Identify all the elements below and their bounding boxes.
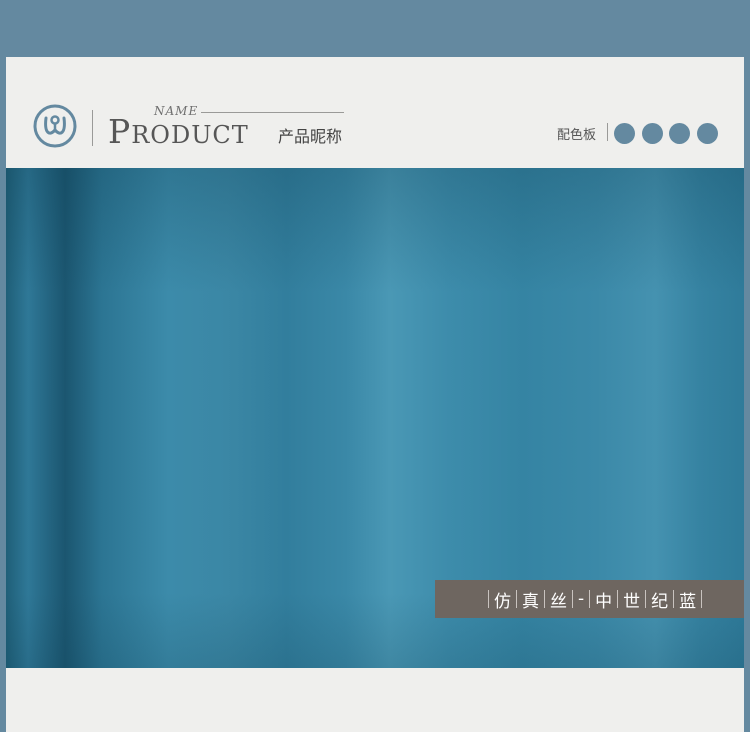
header: NAME PRODUCT 产品昵称 配色板 (6, 57, 744, 168)
color-swatch[interactable] (697, 123, 718, 144)
palette-label: 配色板 (557, 128, 597, 143)
color-name-bar: 仿 真 丝 - 中 世 纪 蓝 (435, 580, 744, 618)
product-title: PRODUCT (108, 115, 249, 148)
product-title-initial: P (108, 112, 132, 151)
color-name-char: 世 (623, 591, 641, 612)
color-name-char: 丝 (550, 591, 567, 612)
name-underline (201, 112, 344, 113)
color-swatch[interactable] (669, 123, 690, 144)
brand-logo-icon (33, 104, 77, 148)
color-name-char: 纪 (651, 591, 669, 612)
color-name-char: 仿 (494, 591, 511, 612)
product-title-rest: RODUCT (131, 121, 249, 149)
color-swatch[interactable] (642, 123, 663, 144)
color-name-char: 中 (595, 591, 613, 612)
color-name-char: 真 (522, 591, 539, 612)
color-name-char: 蓝 (679, 591, 697, 612)
product-card: NAME PRODUCT 产品昵称 配色板 仿 真 丝 - 中 世 纪 蓝 (6, 57, 744, 732)
product-nickname: 产品昵称 (278, 127, 343, 146)
color-swatch[interactable] (614, 123, 635, 144)
header-divider (92, 110, 93, 146)
palette-divider (607, 123, 608, 141)
color-name-char: - (578, 589, 585, 609)
color-name: 仿 真 丝 - 中 世 纪 蓝 (483, 587, 707, 612)
